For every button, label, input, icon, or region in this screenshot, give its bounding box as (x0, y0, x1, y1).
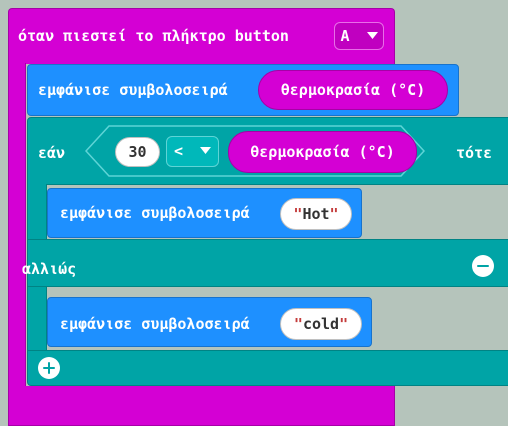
string-value: Hot (302, 205, 330, 223)
temperature-reporter[interactable]: θερμοκρασία (°C) (258, 70, 448, 110)
show-string-label: εμφάνισε συμβολοσειρά (60, 315, 250, 333)
plus-circle-icon[interactable] (38, 357, 60, 379)
close-quote: " (339, 315, 349, 333)
string-value: cold (302, 315, 340, 333)
then-label: τότε (456, 144, 493, 162)
close-quote: " (329, 205, 339, 223)
temperature-label: θερμοκρασία (°C) (280, 81, 426, 99)
temperature-reporter-compare[interactable]: θερμοκρασία (°C) (228, 131, 417, 173)
on-button-pressed-footer (8, 386, 395, 426)
if-block-footer (27, 350, 508, 386)
on-button-pressed-spine (8, 63, 26, 417)
show-string-label: εμφάνισε συμβολοσειρά (38, 81, 228, 99)
operator-dropdown[interactable]: < (166, 136, 219, 167)
show-string-label: εμφάνισε συμβολοσειρά (60, 204, 250, 222)
number-input[interactable]: 30 (115, 137, 160, 167)
string-input-cold[interactable]: "cold" (280, 308, 362, 340)
operator-value: < (173, 142, 183, 160)
button-dropdown[interactable]: A (334, 22, 384, 50)
string-input-hot[interactable]: "Hot" (280, 198, 352, 230)
if-label: εάν (38, 144, 66, 162)
event-label: όταν πιεστεί το πλήκτρο button (18, 27, 289, 45)
else-label: αλλιώς (22, 260, 77, 278)
minus-circle-icon[interactable] (472, 255, 494, 277)
number-value: 30 (128, 143, 147, 161)
open-quote: " (293, 315, 303, 333)
triangle-down-icon (366, 32, 378, 39)
triangle-down-icon (200, 147, 212, 154)
button-value: A (340, 27, 350, 45)
temperature-label: θερμοκρασία (°C) (250, 143, 395, 161)
else-block-bar[interactable] (27, 239, 508, 287)
